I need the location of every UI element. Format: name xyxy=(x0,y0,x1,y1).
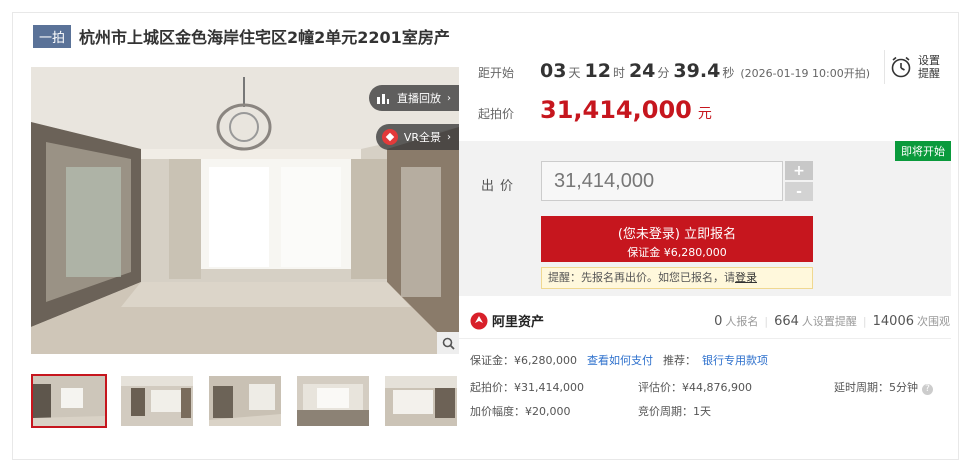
auction-stats: 0 人报名 | 664 人设置提醒 | 14006 次围观 xyxy=(714,313,950,329)
title-bar: 一拍 杭州市上城区金色海岸住宅区2幢2单元2201室房产 xyxy=(33,24,450,48)
vr-label: VR全景 xyxy=(403,131,441,144)
registered-count: 0 xyxy=(714,313,723,329)
thumbnail[interactable] xyxy=(295,374,371,428)
start-price-value: 31,414,000 xyxy=(540,96,692,124)
thumbnail[interactable] xyxy=(31,374,107,428)
seconds-unit: 秒 xyxy=(722,66,735,80)
decrease-bid-button[interactable]: - xyxy=(785,182,813,201)
minutes-unit: 分 xyxy=(657,66,670,80)
hours-unit: 时 xyxy=(612,66,625,80)
recommend-label: 推荐： xyxy=(662,354,696,367)
magnifier-icon xyxy=(442,337,455,350)
start-price-label: 起拍价 xyxy=(478,107,515,121)
bank-loan-link[interactable]: 银行专用款项 xyxy=(702,352,768,368)
bid-notice: 提醒：先报名再出价。如您已报名，请登录 xyxy=(541,267,813,289)
divider xyxy=(459,338,951,339)
bid-panel: 即将开始 出价 31,414,000 + - (您未登录) 立即报名 保证金 ¥… xyxy=(459,141,951,296)
platform-row: 阿里资产 0 人报名 | 664 人设置提醒 | 14006 次围观 xyxy=(470,311,950,330)
register-button[interactable]: (您未登录) 立即报名 保证金 ¥6,280,000 xyxy=(541,216,813,262)
ali-assets-logo-icon xyxy=(470,312,488,329)
thumbnail-strip xyxy=(31,374,471,428)
register-deposit: 保证金 ¥6,280,000 xyxy=(627,246,727,259)
set-reminder-button[interactable]: 设置提醒 xyxy=(890,54,942,80)
deposit-row: 保证金：¥6,280,000 查看如何支付 推荐： 银行专用款项 xyxy=(470,352,768,368)
reminder-label: 设置提醒 xyxy=(918,54,940,80)
register-label: (您未登录) 立即报名 xyxy=(617,227,737,242)
thumbnail[interactable] xyxy=(383,374,459,428)
reminders-label: 人设置提醒 xyxy=(801,314,857,328)
chevron-right-icon: › xyxy=(447,131,451,143)
alarm-clock-icon xyxy=(891,56,911,78)
countdown-hours: 12 xyxy=(584,60,611,82)
detail-extension: 延时周期：5分钟? xyxy=(834,379,933,395)
platform-logo[interactable]: 阿里资产 xyxy=(470,311,544,330)
thumbnail[interactable] xyxy=(207,374,283,428)
increase-bid-button[interactable]: + xyxy=(785,161,813,180)
days-unit: 天 xyxy=(568,66,581,80)
chevron-right-icon: › xyxy=(447,92,451,104)
live-replay-label: 直播回放 xyxy=(397,92,441,105)
detail-increment: 加价幅度：¥20,000 xyxy=(470,405,571,418)
extension-text: 延时周期：5分钟 xyxy=(834,381,918,394)
countdown-label: 距开始 xyxy=(478,66,515,80)
zoom-button[interactable] xyxy=(437,332,459,354)
countdown-seconds: 39.4 xyxy=(673,60,721,82)
start-price-row: 起拍价 31,414,000 元 xyxy=(478,96,712,124)
notice-text: 提醒：先报名再出价。如您已报名，请 xyxy=(548,271,735,284)
platform-name: 阿里资产 xyxy=(492,315,545,330)
detail-assessed-price: 评估价：¥44,876,900 xyxy=(638,381,752,394)
views-label: 次围观 xyxy=(917,314,950,328)
countdown-minutes: 24 xyxy=(628,60,656,82)
status-badge: 即将开始 xyxy=(895,141,951,161)
start-time: (2026-01-19 10:00开拍) xyxy=(740,67,871,80)
views-count: 14006 xyxy=(872,313,914,329)
auction-round-tag: 一拍 xyxy=(33,24,72,48)
bar-chart-icon xyxy=(375,90,391,106)
help-icon[interactable]: ? xyxy=(922,383,933,395)
reminders-count: 664 xyxy=(774,313,799,329)
login-link[interactable]: 登录 xyxy=(735,271,757,284)
countdown-days: 03 xyxy=(540,60,567,82)
vr-diamond-icon xyxy=(381,129,398,145)
how-to-pay-link[interactable]: 查看如何支付 xyxy=(587,352,653,368)
detail-start-price: 起拍价：¥31,414,000 xyxy=(470,381,584,394)
thumbnail[interactable] xyxy=(119,374,195,428)
registered-label: 人报名 xyxy=(725,314,759,328)
live-replay-button[interactable]: 直播回放 › xyxy=(369,85,459,111)
main-property-photo[interactable]: 直播回放 › VR全景 › xyxy=(31,67,459,354)
bid-label: 出价 xyxy=(481,179,520,194)
deposit-amount: 保证金：¥6,280,000 xyxy=(470,354,577,367)
countdown: 距开始 03 天 12 时 24 分 39.4 秒 (2026-01-19 10… xyxy=(478,60,870,82)
vr-tour-button[interactable]: VR全景 › xyxy=(375,124,459,150)
price-unit: 元 xyxy=(697,106,712,122)
detail-bid-cycle: 竞价周期：1天 xyxy=(638,405,711,418)
divider xyxy=(884,50,885,84)
bid-amount-input[interactable]: 31,414,000 xyxy=(541,161,783,201)
page-title: 杭州市上城区金色海岸住宅区2幢2单元2201室房产 xyxy=(79,28,450,47)
